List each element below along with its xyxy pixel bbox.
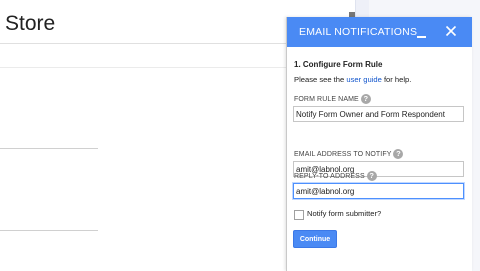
email-notifications-panel: EMAIL NOTIFICATIONS 1. Configure Form Ru… [286, 17, 472, 271]
reply-to-label: REPLY-TO ADDRESS? [294, 171, 377, 181]
continue-button[interactable]: Continue [293, 230, 337, 248]
notify-submitter-label: Notify form submitter? [307, 209, 382, 218]
question-underline [0, 148, 98, 149]
divider [0, 67, 290, 68]
email-to-notify-label: EMAIL ADDRESS TO NOTIFY? [294, 149, 404, 159]
notify-submitter-checkbox[interactable] [294, 210, 304, 220]
help-text-suffix: for help. [381, 75, 412, 84]
help-text-prefix: Please see the [294, 75, 347, 84]
minimize-icon[interactable] [415, 24, 429, 40]
form-rule-name-label: FORM RULE NAME? [294, 94, 371, 104]
section-title: 1. Configure Form Rule [294, 60, 383, 69]
help-icon[interactable]: ? [360, 94, 371, 104]
panel-title: EMAIL NOTIFICATIONS [299, 26, 418, 38]
email-to-notify-label-text: EMAIL ADDRESS TO NOTIFY [294, 150, 392, 158]
help-icon[interactable]: ? [366, 171, 377, 181]
help-icon[interactable]: ? [393, 149, 404, 159]
reply-to-input[interactable] [293, 183, 464, 199]
form-rule-name-input[interactable] [293, 106, 464, 122]
help-text: Please see the user guide for help. [294, 75, 411, 84]
divider [0, 43, 290, 44]
panel-header: EMAIL NOTIFICATIONS [287, 17, 472, 47]
close-icon[interactable] [443, 23, 459, 39]
user-guide-link[interactable]: user guide [346, 75, 381, 84]
form-rule-name-label-text: FORM RULE NAME [294, 95, 359, 103]
question-underline [0, 230, 98, 231]
page: Store EMAIL NOTIFICATIONS 1. Configure F… [0, 0, 480, 271]
reply-to-label-text: REPLY-TO ADDRESS [294, 172, 365, 180]
document-title: Store [5, 12, 56, 35]
